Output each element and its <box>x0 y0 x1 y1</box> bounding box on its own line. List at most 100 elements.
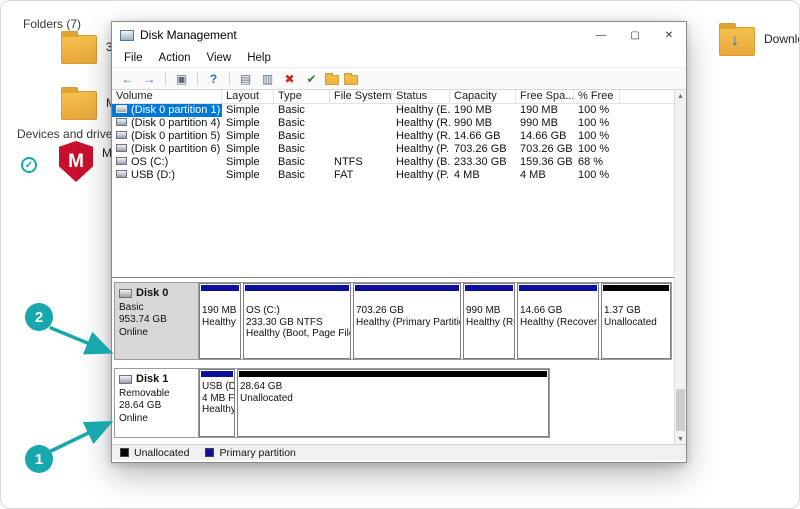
partition-color-bar <box>603 285 669 291</box>
disk-icon <box>119 289 132 298</box>
scroll-up-icon[interactable]: ▲ <box>675 90 686 102</box>
downloads-folder-icon: ↓ <box>719 27 755 56</box>
explorer-tile-mcafee[interactable]: M M <box>59 141 112 182</box>
menu-action[interactable]: Action <box>151 52 199 64</box>
disk1-unallocated[interactable]: 28.64 GB Unallocated <box>237 369 549 437</box>
back-icon[interactable]: ← <box>119 70 136 87</box>
scrollbar-thumb[interactable] <box>676 389 685 431</box>
explorer-tile-downloads[interactable]: ↓ Downloads <box>719 27 800 56</box>
legend-bar: Unallocated Primary partition <box>112 444 686 460</box>
close-button[interactable]: ✕ <box>652 22 686 48</box>
maximize-button[interactable]: ▢ <box>618 22 652 48</box>
toolbar-separator <box>165 72 166 86</box>
volume-row[interactable]: (Disk 0 partition 4) Simple Basic Health… <box>112 117 674 130</box>
tile-label: Downloads <box>764 32 800 46</box>
disk0-descriptor[interactable]: Disk 0 Basic 953.74 GB Online <box>115 283 199 359</box>
open-folder-icon[interactable] <box>325 75 339 85</box>
volume-icon <box>116 144 127 152</box>
partition-color-bar <box>465 285 513 291</box>
minimize-button[interactable]: — <box>584 22 618 48</box>
callout-arrow-2 <box>51 328 107 351</box>
column-header-capacity[interactable]: Capacity <box>450 90 516 103</box>
menu-view[interactable]: View <box>199 52 240 64</box>
menu-bar: File Action View Help <box>112 48 686 67</box>
volume-list-header: Volume Layout Type File System Status Ca… <box>112 90 674 104</box>
volume-name-cell: (Disk 0 partition 6) <box>112 143 222 156</box>
volume-icon <box>116 157 127 165</box>
disk0-partition-efi[interactable]: 190 MB Healthy <box>199 283 241 359</box>
column-header-status[interactable]: Status <box>392 90 450 103</box>
disk0-partition-recovery2[interactable]: 14.66 GB Healthy (Recover <box>517 283 599 359</box>
script-check-icon[interactable]: ✔ <box>303 70 320 87</box>
disk-icon <box>119 375 132 384</box>
screenshot-frame: Folders (7) 3D Objects Music Devices and… <box>0 0 800 509</box>
help-icon[interactable]: ? <box>205 70 222 87</box>
delete-volume-icon[interactable]: ✖ <box>281 70 298 87</box>
volume-name-cell: (Disk 0 partition 1) <box>112 104 222 117</box>
column-header-type[interactable]: Type <box>274 90 330 103</box>
disk-management-window: Disk Management — ▢ ✕ File Action View H… <box>111 21 687 463</box>
mcafee-shield-icon: M <box>59 141 93 182</box>
partition-color-bar <box>355 285 459 291</box>
partition-color-bar <box>201 285 239 291</box>
volume-icon <box>116 105 127 113</box>
volume-icon <box>116 131 127 139</box>
title-bar[interactable]: Disk Management — ▢ ✕ <box>112 22 686 48</box>
explore-folder-icon[interactable] <box>344 75 358 85</box>
vertical-scrollbar[interactable]: ▲ ▼ <box>674 90 686 445</box>
folder-icon <box>61 91 97 120</box>
disk1-descriptor[interactable]: Disk 1 Removable 28.64 GB Online <box>115 369 199 437</box>
graphical-view-pane: Disk 0 Basic 953.74 GB Online 190 MB Hea… <box>112 278 674 445</box>
partition-color-bar <box>245 285 349 291</box>
primary-partition-swatch <box>205 448 214 457</box>
disk0-partition-recovery1[interactable]: 990 MB Healthy (Re <box>463 283 515 359</box>
column-header-filler <box>620 90 674 103</box>
console-list-icon[interactable]: ▥ <box>259 70 276 87</box>
explorer-tile-music[interactable]: Music <box>61 91 118 120</box>
volume-row[interactable]: (Disk 0 partition 5) Simple Basic Health… <box>112 130 674 143</box>
console-tree-icon[interactable]: ▤ <box>237 70 254 87</box>
legend-primary-partition: Primary partition <box>205 447 295 459</box>
volume-row[interactable]: USB (D:) Simple Basic FAT Healthy (P... … <box>112 169 674 182</box>
forward-icon[interactable]: → <box>141 70 158 87</box>
volume-name-cell: USB (D:) <box>112 169 222 182</box>
disk0-unallocated[interactable]: 1.37 GB Unallocated <box>601 283 671 359</box>
volume-row[interactable]: (Disk 0 partition 1) Simple Basic Health… <box>112 104 674 117</box>
column-header-pct-free[interactable]: % Free <box>574 90 620 103</box>
column-header-free-space[interactable]: Free Spa... <box>516 90 574 103</box>
volume-list-pane: Volume Layout Type File System Status Ca… <box>112 90 674 278</box>
folder-icon <box>61 35 97 64</box>
console-window-icon[interactable]: ▣ <box>173 70 190 87</box>
partition-color-bar <box>201 371 233 377</box>
toolbar: ← → ▣ ? ▤ ▥ ✖ ✔ <box>112 67 686 90</box>
callout-number-2: 2 <box>35 309 43 326</box>
partition-color-bar <box>239 371 547 377</box>
disk0-row: Disk 0 Basic 953.74 GB Online 190 MB Hea… <box>114 282 672 360</box>
volume-row[interactable]: (Disk 0 partition 6) Simple Basic Health… <box>112 143 674 156</box>
disk1-partition-usb[interactable]: USB (D:) 4 MB FAT Healthy <box>199 369 235 437</box>
disk0-partition-primary[interactable]: 703.26 GB Healthy (Primary Partition <box>353 283 461 359</box>
toolbar-separator <box>197 72 198 86</box>
volume-row[interactable]: OS (C:) Simple Basic NTFS Healthy (B... … <box>112 156 674 169</box>
disk0-partition-os[interactable]: OS (C:) 233.30 GB NTFS Healthy (Boot, Pa… <box>243 283 351 359</box>
volume-name-cell: (Disk 0 partition 4) <box>112 117 222 130</box>
caption-buttons: — ▢ ✕ <box>584 22 686 48</box>
disk-management-icon <box>120 30 134 41</box>
menu-help[interactable]: Help <box>239 52 279 64</box>
column-header-volume[interactable]: Volume <box>112 90 222 103</box>
disk0-partitions: 190 MB Healthy OS (C:) 233.30 GB NTFS He… <box>199 283 671 359</box>
menu-file[interactable]: File <box>116 52 151 64</box>
volume-icon <box>116 118 127 126</box>
column-header-layout[interactable]: Layout <box>222 90 274 103</box>
download-arrow-icon: ↓ <box>731 33 739 49</box>
column-header-file-system[interactable]: File System <box>330 90 392 103</box>
volume-icon <box>116 170 127 178</box>
partition-color-bar <box>519 285 597 291</box>
unallocated-swatch <box>120 448 129 457</box>
callout-badge-2 <box>25 303 53 331</box>
callout-arrow-1 <box>51 424 107 451</box>
devices-group-header: Devices and drives ( <box>17 127 126 141</box>
volume-name-cell: (Disk 0 partition 5) <box>112 130 222 143</box>
window-title: Disk Management <box>140 28 237 42</box>
volume-name-cell: OS (C:) <box>112 156 222 169</box>
